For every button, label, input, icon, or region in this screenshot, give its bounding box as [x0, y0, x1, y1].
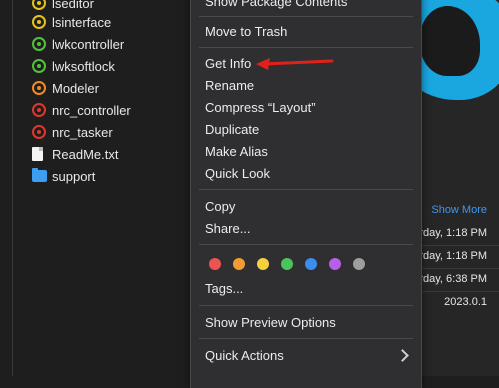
file-name: ReadMe.txt	[52, 146, 119, 162]
menu-item-duplicate[interactable]: Duplicate	[205, 122, 259, 137]
file-item-support[interactable]: support	[32, 165, 95, 187]
document-icon	[32, 147, 43, 161]
column-divider	[12, 0, 13, 376]
menu-item-get-info[interactable]: Get Info	[205, 56, 251, 71]
menu-item-show-package-contents[interactable]: Show Package Contents	[205, 0, 347, 9]
gear-icon	[32, 103, 46, 117]
file-name: lwkcontroller	[52, 36, 125, 52]
menu-item-show-preview-options[interactable]: Show Preview Options	[205, 315, 336, 330]
menu-separator	[199, 16, 413, 17]
file-name: lsinterface	[52, 14, 112, 30]
info-modified-date: rday, 1:18 PM	[419, 227, 487, 239]
gear-icon	[32, 0, 46, 10]
info-created-date: rday, 1:18 PM	[419, 250, 487, 262]
file-item-lwkcontroller[interactable]: lwkcontroller	[32, 33, 124, 55]
gear-icon	[32, 15, 46, 29]
file-name: lwksoftlock	[52, 58, 115, 74]
file-name: nrc_controller	[52, 102, 131, 118]
file-item-modeler[interactable]: Modeler	[32, 77, 99, 99]
file-name: nrc_tasker	[52, 124, 113, 140]
chevron-right-icon	[396, 349, 409, 362]
folder-icon	[32, 168, 47, 182]
tag-purple-swatch[interactable]	[329, 258, 341, 270]
menu-item-move-to-trash[interactable]: Move to Trash	[205, 24, 287, 39]
info-version: 2023.0.1	[444, 296, 487, 308]
annotation-arrow-icon	[256, 58, 334, 70]
menu-item-quick-look[interactable]: Quick Look	[205, 166, 270, 181]
info-divider	[420, 291, 499, 292]
menu-item-rename[interactable]: Rename	[205, 78, 254, 93]
menu-item-make-alias[interactable]: Make Alias	[205, 144, 268, 159]
menu-item-tags[interactable]: Tags...	[205, 281, 243, 296]
gear-icon	[32, 81, 46, 95]
menu-separator	[199, 338, 413, 339]
file-name: support	[52, 168, 96, 184]
file-item-readme[interactable]: ReadMe.txt	[32, 143, 118, 165]
file-item-nrc-controller[interactable]: nrc_controller	[32, 99, 131, 121]
file-list-pane: lseditor lsinterface lwkcontroller lwkso…	[0, 0, 190, 376]
tag-gray-swatch[interactable]	[353, 258, 365, 270]
info-divider	[420, 245, 499, 246]
file-name: lseditor	[52, 0, 94, 11]
file-item-lsinterface[interactable]: lsinterface	[32, 11, 111, 33]
file-item-lwksoftlock[interactable]: lwksoftlock	[32, 55, 115, 77]
menu-item-quick-actions[interactable]: Quick Actions	[205, 348, 284, 363]
tag-blue-swatch[interactable]	[305, 258, 317, 270]
tag-green-swatch[interactable]	[281, 258, 293, 270]
file-name: Modeler	[52, 80, 99, 96]
show-more-link[interactable]: Show More	[431, 204, 487, 216]
tag-red-swatch[interactable]	[209, 258, 221, 270]
menu-item-share[interactable]: Share...	[205, 221, 251, 236]
info-divider	[420, 268, 499, 269]
tag-yellow-swatch[interactable]	[257, 258, 269, 270]
file-item-nrc-tasker[interactable]: nrc_tasker	[32, 121, 113, 143]
menu-separator	[199, 305, 413, 306]
menu-separator	[199, 47, 413, 48]
menu-item-compress[interactable]: Compress “Layout”	[205, 100, 316, 115]
menu-separator	[199, 244, 413, 245]
gear-icon	[32, 59, 46, 73]
tag-orange-swatch[interactable]	[233, 258, 245, 270]
info-opened-date: rday, 6:38 PM	[419, 273, 487, 285]
gear-icon	[32, 37, 46, 51]
menu-item-copy[interactable]: Copy	[205, 199, 235, 214]
menu-separator	[199, 189, 413, 190]
gear-icon	[32, 125, 46, 139]
